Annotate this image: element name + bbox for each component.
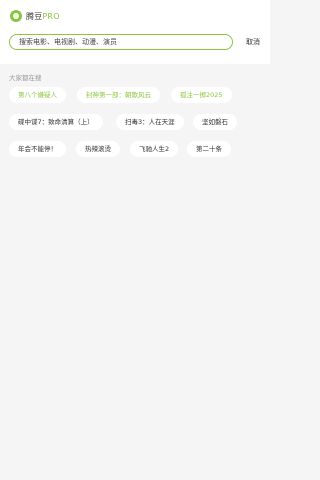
search-tag-label: 飞驰人生2 <box>139 145 170 153</box>
app-logo: 腾豆PRO <box>10 9 60 23</box>
search-tag-label: 碟中谍7：致命清算（上） <box>18 118 94 126</box>
search-tag[interactable]: 扫毒3：人在天涯 <box>116 114 184 130</box>
search-tag[interactable]: 年会不能停！ <box>9 141 66 157</box>
search-tag-label: 扫毒3：人在天涯 <box>125 118 175 126</box>
search-tag[interactable]: 碟中谍7：致命清算（上） <box>9 114 103 130</box>
trending-title: 大家都在搜 <box>9 74 42 82</box>
search-tag[interactable]: 飞驰人生2 <box>130 141 179 157</box>
search-tag-label: 第八个嫌疑人 <box>18 91 57 99</box>
top-bar: 腾豆PRO 取消 <box>0 0 270 64</box>
app-name: 腾豆PRO <box>26 11 60 22</box>
search-tag[interactable]: 坚如磐石 <box>193 114 237 130</box>
search-input[interactable] <box>10 35 232 49</box>
search-tag[interactable]: 第二十条 <box>187 141 231 157</box>
search-tag-label: 年会不能停！ <box>18 145 57 153</box>
app-name-prefix: 腾豆 <box>26 11 43 21</box>
cancel-button[interactable]: 取消 <box>246 37 260 47</box>
search-tag-label: 热辣滚烫 <box>85 145 111 153</box>
search-tag[interactable]: 封神第一部：朝歌风云 <box>77 87 160 103</box>
app-name-suffix: PRO <box>42 11 60 21</box>
search-tag-label: 封神第一部：朝歌风云 <box>86 91 151 99</box>
logo-icon <box>10 10 22 22</box>
search-tag[interactable]: 第八个嫌疑人 <box>9 87 66 103</box>
search-tag-label: 坚如磐石 <box>202 118 228 126</box>
search-tag[interactable]: 孤注一掷2025 <box>171 87 232 103</box>
search-tag[interactable]: 热辣滚烫 <box>76 141 120 157</box>
search-box[interactable] <box>9 34 233 50</box>
search-tag-label: 第二十条 <box>196 145 222 153</box>
search-tag-label: 孤注一掷2025 <box>180 91 223 99</box>
